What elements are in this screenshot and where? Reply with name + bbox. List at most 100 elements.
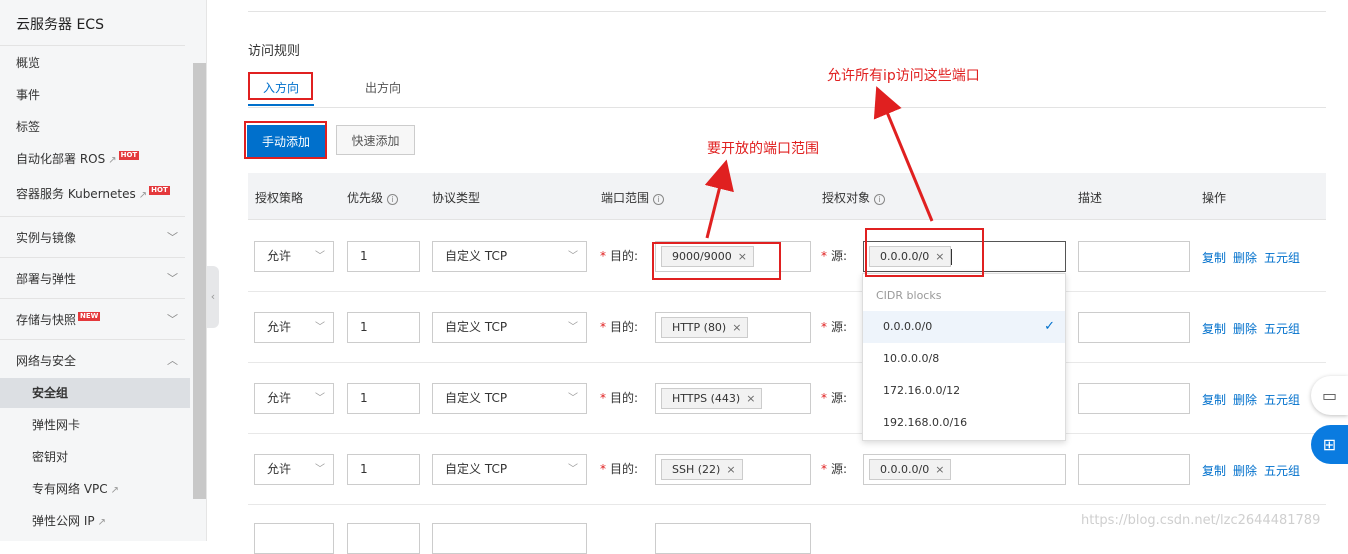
port-tag: 9000/9000 × (661, 246, 754, 267)
chat-button[interactable]: ▭ (1311, 376, 1348, 415)
chevron-down-icon: ﹀ (568, 393, 578, 404)
delete-link[interactable]: 删除 (1233, 322, 1257, 336)
chevron-down-icon: ﹀ (315, 393, 325, 404)
protocol-select[interactable]: 自定义 TCP ﹀ (432, 383, 587, 414)
copy-link[interactable]: 复制 (1202, 464, 1226, 478)
policy-select[interactable]: 允许 ﹀ (254, 454, 334, 485)
copy-link[interactable]: 复制 (1202, 251, 1226, 265)
new-badge: NEW (78, 312, 101, 321)
copy-link[interactable]: 复制 (1202, 322, 1226, 336)
priority-input[interactable]: 1 (347, 454, 420, 485)
priority-input[interactable]: 1 (347, 241, 420, 272)
divider (0, 216, 185, 217)
chevron-down-icon: ﹀ (315, 322, 325, 333)
dropdown-option[interactable]: 172.16.0.0/12 (863, 375, 1065, 407)
dropdown-option[interactable]: 10.0.0.0/8 (863, 343, 1065, 375)
hot-badge: HOT (118, 151, 140, 160)
source-label: * 源: (821, 320, 848, 334)
source-tag: 0.0.0.0/0 × (869, 246, 952, 267)
source-input[interactable]: 0.0.0.0/0 × (863, 241, 1066, 272)
quick-add-button[interactable]: 快速添加 (336, 125, 415, 155)
hot-badge: HOT (149, 186, 170, 195)
close-icon[interactable]: × (935, 250, 944, 263)
policy-select[interactable]: 允许 ﹀ (254, 312, 334, 343)
port-range-input[interactable]: HTTP (80) × (655, 312, 811, 343)
sidebar-group-instances[interactable]: 实例与镜像 ﹀ (16, 223, 186, 253)
description-input[interactable] (1078, 454, 1190, 485)
chevron-down-icon: ﹀ (568, 322, 578, 333)
tab-inbound[interactable]: 入方向 (248, 80, 314, 106)
divider (0, 257, 185, 258)
delete-link[interactable]: 删除 (1233, 393, 1257, 407)
sidebar-item-events[interactable]: 事件 (16, 80, 186, 110)
manual-add-button[interactable]: 手动添加 (247, 125, 325, 157)
sidebar-item-overview[interactable]: 概览 (16, 48, 186, 78)
close-icon[interactable]: × (738, 250, 747, 263)
port-tag: HTTP (80) × (661, 317, 749, 338)
description-input[interactable] (1078, 383, 1190, 414)
port-range-input[interactable]: SSH (22) × (655, 454, 811, 485)
info-icon[interactable]: i (387, 194, 399, 205)
five-tuple-link[interactable]: 五元组 (1264, 322, 1300, 336)
dest-label: * 目的: (600, 462, 639, 476)
five-tuple-link[interactable]: 五元组 (1264, 251, 1300, 265)
protocol-select[interactable]: 自定义 TCP ﹀ (432, 454, 587, 485)
policy-select[interactable] (254, 523, 334, 554)
protocol-select[interactable] (432, 523, 587, 554)
source-input[interactable]: 0.0.0.0/0 × (863, 454, 1066, 485)
close-icon[interactable]: × (726, 463, 735, 476)
sidebar-item-eni[interactable]: 弹性网卡 (32, 410, 202, 440)
port-range-input[interactable] (655, 523, 811, 554)
sidebar-group-network[interactable]: 网络与安全 ︿ (16, 346, 186, 376)
sidebar-scrollbar[interactable] (193, 63, 206, 499)
protocol-select[interactable]: 自定义 TCP ﹀ (432, 241, 587, 272)
page-title: 访问规则 (248, 44, 301, 59)
row-actions: 复制 删除 五元组 (1202, 462, 1307, 479)
policy-select[interactable]: 允许 ﹀ (254, 383, 334, 414)
sidebar-group-storage[interactable]: 存储与快照 NEW ﹀ (16, 305, 186, 335)
delete-link[interactable]: 删除 (1233, 464, 1257, 478)
port-range-input[interactable]: HTTPS (443) × (655, 383, 811, 414)
five-tuple-link[interactable]: 五元组 (1264, 393, 1300, 407)
table-row: 允许 ﹀ 1 自定义 TCP ﹀ * 目的: 9000/9000 × * 源: 0.0.0… (248, 221, 1326, 292)
chevron-down-icon: ﹀ (315, 251, 325, 262)
cidr-dropdown: CIDR blocks 0.0.0.0/0 ✓ 10.0.0.0/8 172.16… (862, 273, 1066, 441)
sidebar-item-keypair[interactable]: 密钥对 (32, 442, 202, 472)
close-icon[interactable]: × (746, 392, 755, 405)
column-header-actions: 操作 (1202, 191, 1227, 205)
close-icon[interactable]: × (935, 463, 944, 476)
policy-select[interactable]: 允许 ﹀ (254, 241, 334, 272)
collapse-sidebar-handle[interactable]: ‹ (207, 266, 219, 328)
copy-link[interactable]: 复制 (1202, 393, 1226, 407)
divider (248, 107, 1326, 108)
apps-button[interactable]: ⊞ (1311, 425, 1348, 464)
sidebar-item-ros[interactable]: 自动化部署 ROS ↗ HOT (16, 144, 186, 174)
port-range-input[interactable]: 9000/9000 × (655, 241, 811, 272)
priority-input[interactable] (347, 523, 420, 554)
close-icon[interactable]: × (732, 321, 741, 334)
dropdown-header: CIDR blocks (876, 289, 942, 302)
sidebar-group-deploy[interactable]: 部署与弹性 ﹀ (16, 264, 186, 294)
sidebar-item-vpc[interactable]: 专有网络 VPC ↗ (32, 474, 202, 504)
info-icon[interactable]: i (874, 194, 886, 205)
dropdown-option[interactable]: 0.0.0.0/0 ✓ (863, 311, 1065, 343)
dropdown-option[interactable]: 192.168.0.0/16 (863, 407, 1065, 439)
sidebar-item-tags[interactable]: 标签 (16, 112, 186, 142)
sidebar: 云服务器 ECS 概览 事件 标签 自动化部署 ROS ↗ HOT 容器服务 Kub… (0, 0, 207, 541)
table-row: 允许 ﹀ 1 自定义 TCP ﹀ * 目的: SSH (22) × * 源: 0.0.0.… (248, 434, 1326, 505)
row-actions: 复制 删除 五元组 (1202, 249, 1307, 266)
divider (0, 45, 185, 46)
priority-input[interactable]: 1 (347, 312, 420, 343)
sidebar-item-security-group[interactable]: 安全组 (0, 378, 190, 408)
info-icon[interactable]: i (653, 194, 665, 205)
description-input[interactable] (1078, 241, 1190, 272)
delete-link[interactable]: 删除 (1233, 251, 1257, 265)
priority-input[interactable]: 1 (347, 383, 420, 414)
five-tuple-link[interactable]: 五元组 (1264, 464, 1300, 478)
tab-outbound[interactable]: 出方向 (365, 80, 401, 106)
annotation-ip: 允许所有ip访问这些端口 (827, 68, 980, 84)
protocol-select[interactable]: 自定义 TCP ﹀ (432, 312, 587, 343)
sidebar-item-kubernetes[interactable]: 容器服务 Kubernetes ↗ HOT (16, 179, 186, 209)
sidebar-item-eip[interactable]: 弹性公网 IP ↗ (32, 506, 202, 536)
description-input[interactable] (1078, 312, 1190, 343)
